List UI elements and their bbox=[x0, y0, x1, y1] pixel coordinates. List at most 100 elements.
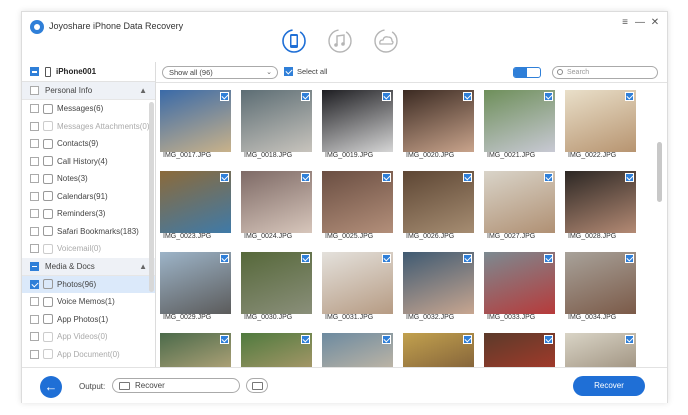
item-checkbox[interactable] bbox=[30, 121, 39, 131]
photo-tile[interactable]: IMG_0040.JPG bbox=[565, 333, 636, 367]
photo-tile[interactable]: IMG_0032.JPG bbox=[403, 252, 474, 325]
sidebar-item[interactable]: Messages Attachments(0) bbox=[22, 118, 155, 136]
photo-checkbox[interactable] bbox=[463, 335, 472, 344]
item-checkbox[interactable] bbox=[30, 244, 39, 254]
photo-checkbox[interactable] bbox=[625, 335, 634, 344]
sidebar-item[interactable]: Notes(3) bbox=[22, 170, 155, 188]
photo-tile[interactable]: IMG_0020.JPG bbox=[403, 90, 474, 163]
photo-checkbox[interactable] bbox=[463, 173, 472, 182]
photo-checkbox[interactable] bbox=[301, 173, 310, 182]
photo-checkbox[interactable] bbox=[544, 254, 553, 263]
item-checkbox[interactable] bbox=[30, 226, 39, 236]
item-checkbox[interactable] bbox=[30, 209, 39, 219]
item-checkbox[interactable] bbox=[30, 191, 39, 201]
section-media-docs[interactable]: Media & Docs ▲ bbox=[22, 257, 155, 276]
photo-tile[interactable]: IMG_0030.JPG bbox=[241, 252, 312, 325]
sidebar-item[interactable]: App Document(0) bbox=[22, 346, 155, 364]
grid-scrollbar[interactable] bbox=[657, 142, 662, 202]
item-checkbox[interactable] bbox=[30, 297, 39, 307]
item-checkbox[interactable] bbox=[30, 314, 39, 324]
sidebar-item[interactable]: Photos(96) bbox=[22, 275, 155, 293]
item-checkbox[interactable] bbox=[30, 332, 39, 342]
photo-tile[interactable]: IMG_0034.JPG bbox=[565, 252, 636, 325]
list-view-icon[interactable] bbox=[527, 68, 540, 77]
photo-checkbox[interactable] bbox=[220, 335, 229, 344]
section-checkbox[interactable] bbox=[30, 261, 39, 271]
photo-tile[interactable]: IMG_0029.JPG bbox=[160, 252, 231, 325]
photo-checkbox[interactable] bbox=[625, 173, 634, 182]
photo-checkbox[interactable] bbox=[220, 173, 229, 182]
photo-tile[interactable]: IMG_0024.JPG bbox=[241, 171, 312, 244]
sidebar-item[interactable]: Calendars(91) bbox=[22, 188, 155, 206]
minimize-icon[interactable]: — bbox=[635, 18, 645, 28]
photo-tile[interactable]: IMG_0028.JPG bbox=[565, 171, 636, 244]
photo-checkbox[interactable] bbox=[463, 254, 472, 263]
sidebar-scrollbar[interactable] bbox=[149, 102, 154, 292]
search-input[interactable]: Search bbox=[552, 66, 658, 79]
photo-tile[interactable]: IMG_0019.JPG bbox=[322, 90, 393, 163]
select-all-toggle[interactable]: Select all bbox=[284, 67, 327, 76]
photo-tile[interactable]: IMG_0038.JPG bbox=[403, 333, 474, 367]
photo-tile[interactable]: IMG_0023.JPG bbox=[160, 171, 231, 244]
photo-tile[interactable]: IMG_0017.JPG bbox=[160, 90, 231, 163]
grid-view-icon[interactable] bbox=[514, 68, 527, 77]
sidebar-item[interactable]: Voicemail(0) bbox=[22, 240, 155, 258]
photo-checkbox[interactable] bbox=[220, 254, 229, 263]
photo-checkbox[interactable] bbox=[382, 254, 391, 263]
photo-tile[interactable]: IMG_0035.JPG bbox=[160, 333, 231, 367]
photo-tile[interactable]: IMG_0021.JPG bbox=[484, 90, 555, 163]
item-checkbox[interactable] bbox=[30, 349, 39, 359]
photo-checkbox[interactable] bbox=[301, 254, 310, 263]
section-personal-info[interactable]: Personal Info ▲ bbox=[22, 82, 155, 100]
sidebar-item[interactable]: Contacts(9) bbox=[22, 135, 155, 153]
photo-checkbox[interactable] bbox=[382, 335, 391, 344]
sidebar-item[interactable]: Call History(4) bbox=[22, 153, 155, 171]
item-checkbox[interactable] bbox=[30, 156, 39, 166]
photo-tile[interactable]: IMG_0018.JPG bbox=[241, 90, 312, 163]
device-row[interactable]: iPhone001 bbox=[22, 62, 155, 82]
recover-button[interactable]: Recover bbox=[573, 376, 645, 396]
item-checkbox[interactable] bbox=[30, 279, 39, 289]
section-checkbox[interactable] bbox=[30, 86, 39, 95]
photo-checkbox[interactable] bbox=[544, 92, 553, 101]
back-button[interactable]: ← bbox=[40, 376, 62, 398]
sidebar-item[interactable]: Safari Bookmarks(183) bbox=[22, 223, 155, 241]
photo-checkbox[interactable] bbox=[301, 92, 310, 101]
close-icon[interactable]: ✕ bbox=[650, 18, 660, 28]
photo-tile[interactable]: IMG_0022.JPG bbox=[565, 90, 636, 163]
chevron-up-icon[interactable]: ▲ bbox=[139, 262, 147, 271]
photo-checkbox[interactable] bbox=[463, 92, 472, 101]
output-path-field[interactable]: Recover bbox=[112, 378, 240, 393]
item-checkbox[interactable] bbox=[30, 139, 39, 149]
menu-icon[interactable]: ≡ bbox=[620, 18, 630, 28]
item-checkbox[interactable] bbox=[30, 104, 39, 114]
chevron-up-icon[interactable]: ▲ bbox=[139, 86, 147, 95]
photo-checkbox[interactable] bbox=[382, 173, 391, 182]
photo-tile[interactable]: IMG_0031.JPG bbox=[322, 252, 393, 325]
photo-checkbox[interactable] bbox=[625, 92, 634, 101]
photo-tile[interactable]: IMG_0037.JPG bbox=[322, 333, 393, 367]
sidebar-item[interactable]: Voice Memos(1) bbox=[22, 293, 155, 311]
photo-tile[interactable]: IMG_0033.JPG bbox=[484, 252, 555, 325]
photo-tile[interactable]: IMG_0026.JPG bbox=[403, 171, 474, 244]
sidebar-item[interactable]: Reminders(3) bbox=[22, 205, 155, 223]
device-checkbox[interactable] bbox=[30, 67, 39, 76]
sidebar-item[interactable]: Messages(6) bbox=[22, 100, 155, 118]
recover-from-itunes-tab[interactable] bbox=[326, 27, 354, 55]
recover-from-ios-device-tab[interactable] bbox=[280, 27, 308, 55]
photo-checkbox[interactable] bbox=[625, 254, 634, 263]
photo-checkbox[interactable] bbox=[544, 173, 553, 182]
recover-from-icloud-tab[interactable] bbox=[372, 27, 400, 55]
photo-checkbox[interactable] bbox=[382, 92, 391, 101]
photo-tile[interactable]: IMG_0036.JPG bbox=[241, 333, 312, 367]
photo-checkbox[interactable] bbox=[220, 92, 229, 101]
item-checkbox[interactable] bbox=[30, 174, 39, 184]
photo-checkbox[interactable] bbox=[301, 335, 310, 344]
photo-checkbox[interactable] bbox=[544, 335, 553, 344]
photo-tile[interactable]: IMG_0039.JPG bbox=[484, 333, 555, 367]
select-all-checkbox[interactable] bbox=[284, 67, 293, 76]
photo-tile[interactable]: IMG_0025.JPG bbox=[322, 171, 393, 244]
sidebar-item[interactable]: App Videos(0) bbox=[22, 328, 155, 346]
sidebar-item[interactable]: App Photos(1) bbox=[22, 311, 155, 329]
browse-folder-button[interactable] bbox=[246, 378, 268, 393]
